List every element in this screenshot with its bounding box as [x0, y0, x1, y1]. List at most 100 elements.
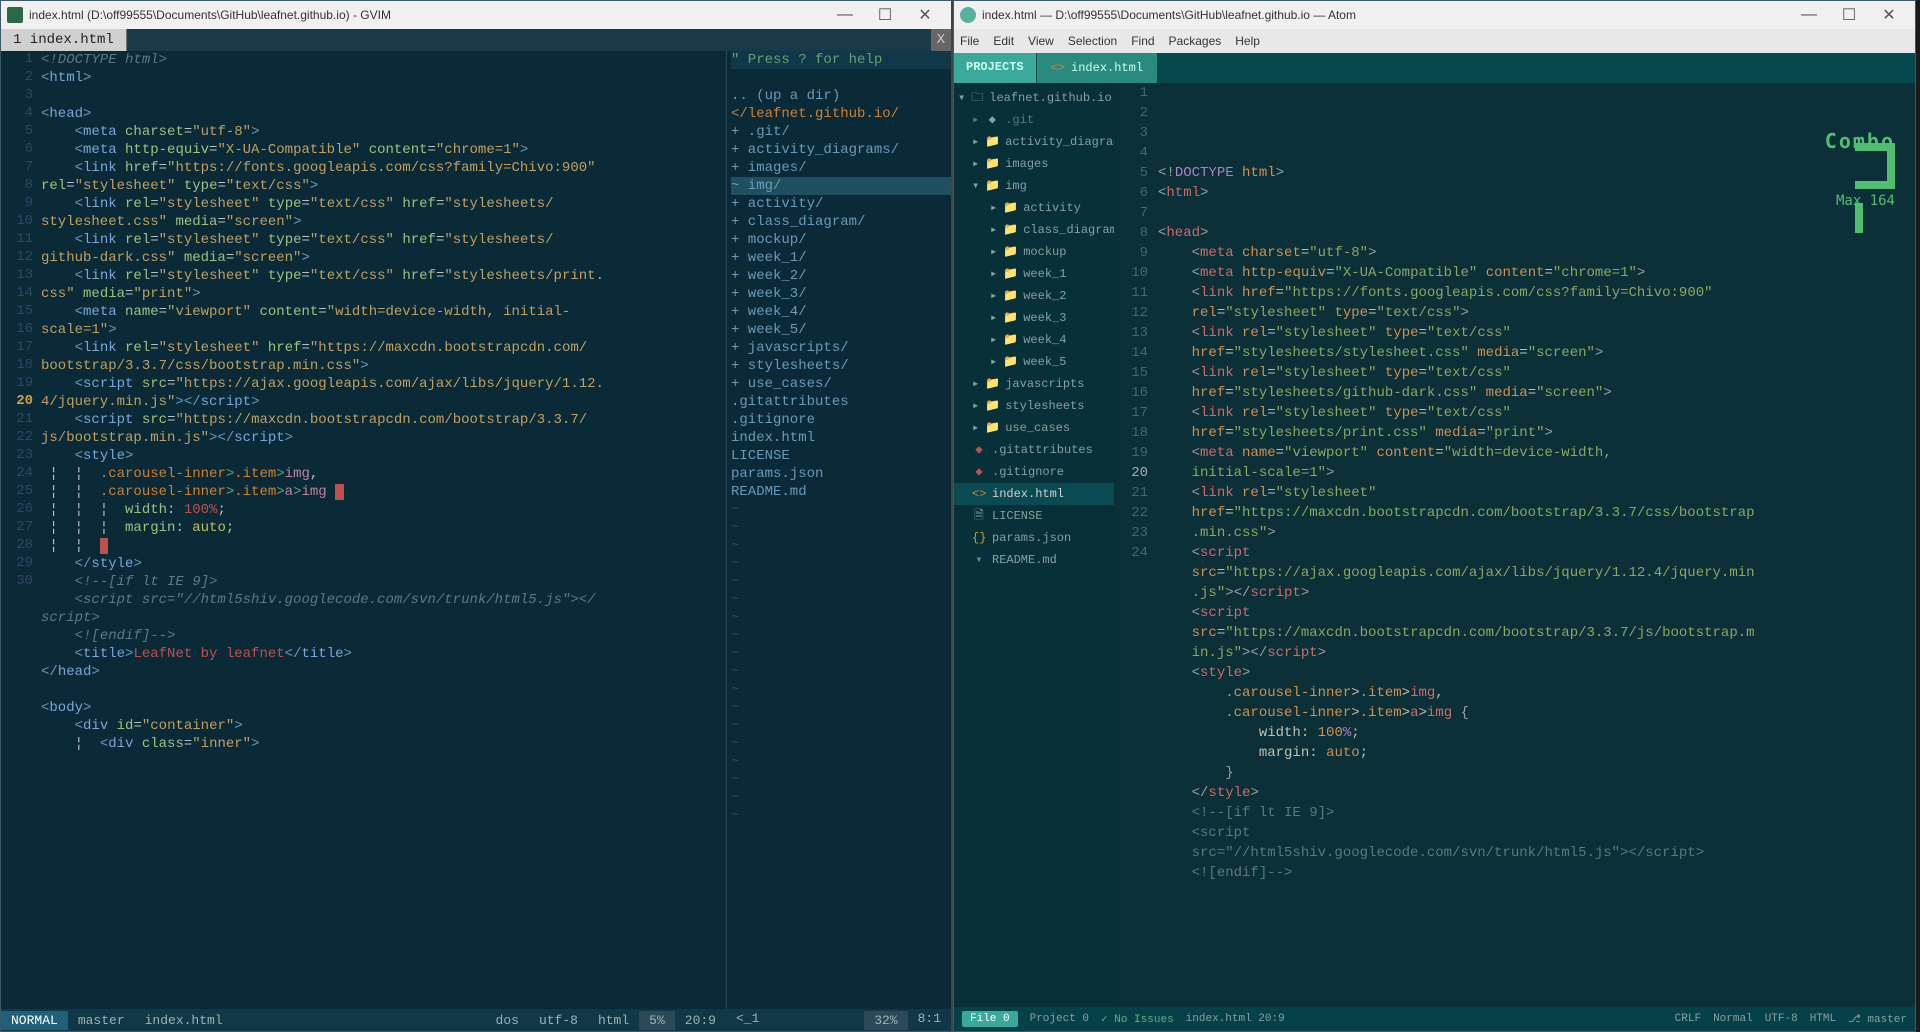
status-issues[interactable]: ✓ No Issues [1101, 1012, 1174, 1026]
tree-item[interactable]: ◆.gitignore [954, 461, 1114, 483]
atom-gutter: 123456789101112131415161718192021222324 [1114, 83, 1158, 1007]
atom-tree-view[interactable]: ▾🗀leafnet.github.io [master]▸◆.git▸📁acti… [954, 83, 1114, 1007]
atom-tab-active[interactable]: <> index.html [1037, 53, 1157, 83]
netrw-percent: 32% [864, 1011, 907, 1030]
netrw-item[interactable]: params.json [731, 465, 951, 483]
tree-item[interactable]: <>index.html [954, 483, 1114, 505]
tree-item[interactable]: ▸📁activity_diagrams [954, 131, 1114, 153]
minimize-button[interactable]: — [1789, 3, 1829, 27]
netrw-item[interactable]: + class_diagram/ [731, 213, 951, 231]
tree-item[interactable]: ◆.gitattributes [954, 439, 1114, 461]
vim-branch: master [68, 1013, 135, 1028]
atom-window: index.html — D:\off99555\Documents\GitHu… [953, 0, 1916, 1032]
gvim-app-icon [7, 7, 23, 23]
netrw-item[interactable]: + week_3/ [731, 285, 951, 303]
tree-item[interactable]: {}params.json [954, 527, 1114, 549]
menu-item-find[interactable]: Find [1131, 34, 1154, 48]
netrw-item[interactable]: + activity/ [731, 195, 951, 213]
vim-fileformat: dos [486, 1013, 529, 1028]
atom-tabbar: PROJECTS <> index.html [954, 53, 1915, 83]
tree-item[interactable]: ▸📁week_2 [954, 285, 1114, 307]
netrw-item[interactable]: ~ img/ [731, 177, 951, 195]
tree-item[interactable]: ▸📁javascripts [954, 373, 1114, 395]
status-language[interactable]: HTML [1810, 1013, 1836, 1025]
tree-item[interactable]: ▸📁activity [954, 197, 1114, 219]
netrw-item[interactable]: .gitignore [731, 411, 951, 429]
gvim-titlebar[interactable]: index.html (D:\off99555\Documents\GitHub… [1, 1, 951, 29]
minimize-button[interactable]: — [825, 3, 865, 27]
tree-item[interactable]: ▸📁class_diagram [954, 219, 1114, 241]
gvim-tab[interactable]: 1 index.html [1, 29, 127, 51]
atom-window-title: index.html — D:\off99555\Documents\GitHu… [982, 8, 1356, 22]
gvim-tabline: 1 index.html X [1, 29, 951, 51]
close-button[interactable]: ✕ [905, 3, 945, 27]
tree-item[interactable]: 🗎LICENSE [954, 505, 1114, 527]
maximize-button[interactable]: ☐ [1829, 3, 1869, 27]
tree-item[interactable]: ▸📁week_4 [954, 329, 1114, 351]
tree-item[interactable]: ▸📁stylesheets [954, 395, 1114, 417]
menu-item-file[interactable]: File [960, 34, 979, 48]
html-file-icon: <> [1051, 61, 1065, 75]
vim-filename: index.html [135, 1013, 233, 1028]
tree-item[interactable]: ▸📁week_5 [954, 351, 1114, 373]
netrw-item[interactable]: + javascripts/ [731, 339, 951, 357]
tree-root[interactable]: ▾🗀leafnet.github.io [master] [954, 87, 1114, 109]
status-encoding[interactable]: UTF-8 [1765, 1013, 1798, 1025]
tree-item[interactable]: ▸📁week_1 [954, 263, 1114, 285]
netrw-buffer-name: <_1 [726, 1011, 769, 1030]
gvim-window: index.html (D:\off99555\Documents\GitHub… [0, 0, 953, 1032]
netrw-item[interactable]: README.md [731, 483, 951, 501]
atom-editor[interactable]: Combo Max 164 <!DOCTYPE html><html><head… [1158, 83, 1915, 1007]
status-location[interactable]: index.html 20:9 [1186, 1013, 1285, 1025]
menu-item-view[interactable]: View [1028, 34, 1054, 48]
netrw-item[interactable]: .gitattributes [731, 393, 951, 411]
menu-item-help[interactable]: Help [1235, 34, 1260, 48]
menu-item-selection[interactable]: Selection [1068, 34, 1117, 48]
atom-statusbar: File 0 Project 0 ✓ No Issues index.html … [954, 1007, 1915, 1031]
vim-position: 20:9 [675, 1013, 726, 1028]
vim-percent: 5% [639, 1011, 675, 1030]
netrw-item[interactable]: + .git/ [731, 123, 951, 141]
tree-item[interactable]: ▸📁week_3 [954, 307, 1114, 329]
atom-menubar[interactable]: File Edit View Selection Find Packages Help [954, 29, 1915, 53]
tree-item[interactable]: ▾📁img [954, 175, 1114, 197]
netrw-item[interactable]: + activity_diagrams/ [731, 141, 951, 159]
gvim-netrw-pane[interactable]: " Press ? for help.. (up a dir)</leafnet… [726, 51, 951, 1009]
tree-item[interactable]: ▸◆.git [954, 109, 1114, 131]
netrw-item[interactable]: + images/ [731, 159, 951, 177]
status-crlf[interactable]: CRLF [1675, 1013, 1701, 1025]
tree-item[interactable]: ▸📁mockup [954, 241, 1114, 263]
status-project[interactable]: Project 0 [1030, 1013, 1089, 1025]
gvim-window-title: index.html (D:\off99555\Documents\GitHub… [29, 8, 391, 22]
close-button[interactable]: ✕ [1869, 3, 1909, 27]
atom-titlebar[interactable]: index.html — D:\off99555\Documents\GitHu… [954, 1, 1915, 29]
vim-mode: NORMAL [1, 1011, 68, 1030]
maximize-button[interactable]: ☐ [865, 3, 905, 27]
gvim-tab-close[interactable]: X [931, 29, 951, 51]
netrw-item[interactable]: + mockup/ [731, 231, 951, 249]
menu-item-edit[interactable]: Edit [993, 34, 1014, 48]
netrw-item[interactable]: + week_4/ [731, 303, 951, 321]
atom-tab-label: index.html [1071, 61, 1143, 75]
netrw-item[interactable]: LICENSE [731, 447, 951, 465]
menu-item-packages[interactable]: Packages [1169, 34, 1222, 48]
combo-icon [1855, 143, 1895, 189]
netrw-item[interactable]: + week_2/ [731, 267, 951, 285]
gvim-editor[interactable]: <!DOCTYPE html><html><head> <meta charse… [41, 51, 726, 1009]
netrw-item[interactable]: + week_1/ [731, 249, 951, 267]
tree-item[interactable]: ▸📁use_cases [954, 417, 1114, 439]
tree-item[interactable]: ▸📁images [954, 153, 1114, 175]
netrw-item[interactable]: + use_cases/ [731, 375, 951, 393]
status-vim-mode[interactable]: Normal [1713, 1013, 1753, 1025]
tree-item[interactable]: ▾README.md [954, 549, 1114, 571]
netrw-item[interactable]: + week_5/ [731, 321, 951, 339]
atom-app-icon [960, 7, 976, 23]
status-git-branch[interactable]: ⎇ master [1848, 1012, 1907, 1026]
netrw-item[interactable]: index.html [731, 429, 951, 447]
vim-filetype: html [588, 1013, 639, 1028]
netrw-position: 8:1 [908, 1011, 951, 1030]
projects-header: PROJECTS [954, 53, 1036, 83]
status-file-pill[interactable]: File 0 [962, 1011, 1018, 1027]
gvim-statusline: NORMAL master index.html dos utf-8 html … [1, 1009, 951, 1031]
netrw-item[interactable]: + stylesheets/ [731, 357, 951, 375]
